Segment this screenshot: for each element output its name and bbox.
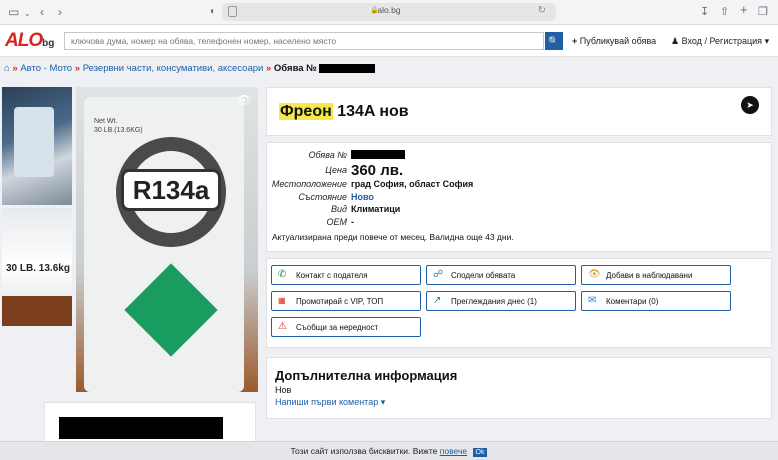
login-button[interactable]: ♟ Вход / Регистрация ▾ <box>671 36 769 47</box>
report-button[interactable]: ⚠ Съобщи за нередност <box>271 317 421 337</box>
site-logo[interactable]: ALObg <box>5 30 54 52</box>
photo-thumbnail-2[interactable]: 30 LB. 13.6kg <box>2 208 72 326</box>
tabs-overview-icon[interactable]: ❐ <box>758 4 768 20</box>
listing-title: Фреон 134A нов <box>279 103 409 120</box>
price-label: Цена <box>325 165 347 175</box>
vip-icon: ▦ <box>278 296 286 305</box>
updated-text: Актуализирана преди повече от месец. Вал… <box>272 232 514 242</box>
oem-label: OEM <box>326 217 347 227</box>
redacted-seller <box>59 417 223 439</box>
url-text: alo.bg <box>377 5 401 15</box>
chevron-down-icon: ▾ <box>762 36 770 46</box>
watch-button[interactable]: 👁 Добави в наблюдавани <box>581 265 731 285</box>
photo-net-weight: Net Wt. 30 LB.(13.6KG) <box>94 118 143 134</box>
promote-button[interactable]: ▦ Промотирай с VIP, ТОП <box>271 291 421 311</box>
back-arrow-icon[interactable]: ‹ <box>40 4 44 20</box>
cookie-text: Този сайт използва бисквитки. Вижте <box>290 446 438 456</box>
condition-value[interactable]: Ново <box>351 192 374 202</box>
search-input[interactable] <box>64 32 544 50</box>
id-label: Обява № <box>308 150 347 160</box>
cookie-banner: Този сайт използва бисквитки. Вижте пове… <box>0 441 778 460</box>
share-icon[interactable]: ⇧ <box>720 4 729 20</box>
caret-down-icon: ▾ <box>378 397 386 407</box>
forward-arrow-icon[interactable]: › <box>58 4 62 20</box>
oem-value: - <box>351 217 354 227</box>
publish-button[interactable]: + Публикувай обява <box>572 36 656 46</box>
cookie-more-link[interactable]: повече <box>440 446 467 456</box>
share-nodes-icon: ☍ <box>433 269 444 280</box>
address-bar[interactable]: 🔒 alo.bg ↻ <box>222 3 556 21</box>
eye-icon: 👁 <box>588 269 601 280</box>
info-card: Допълнителна информация Нов Напиши първи… <box>266 357 772 419</box>
contact-button[interactable]: ✆ Контакт с подателя <box>271 265 421 285</box>
cookie-ok-button[interactable]: Ok <box>472 448 488 457</box>
photo-product-code: R134a <box>121 169 221 211</box>
first-comment-link[interactable]: Напиши първи коментар ▾ <box>275 397 385 408</box>
title-card: Фреон 134A нов ➤ <box>266 87 772 136</box>
new-tab-icon[interactable]: + <box>740 2 748 18</box>
sidebar-toggle-icon[interactable]: ▭ <box>8 4 19 20</box>
location-label: Местоположение <box>271 179 347 189</box>
download-icon[interactable]: ↧ <box>700 4 709 20</box>
reload-icon[interactable]: ↻ <box>538 5 546 16</box>
share-icon[interactable]: ➤ <box>741 96 759 114</box>
breadcrumb-item-parts[interactable]: Резервни части, консумативи, аксесоари <box>83 63 264 74</box>
search-icon: 🔍 <box>548 36 560 46</box>
type-label: Вид <box>331 204 347 214</box>
privacy-shield-icon[interactable]: ◐ <box>210 4 216 20</box>
condition-label: Състояние <box>298 192 347 202</box>
search-button[interactable]: 🔍 <box>545 32 563 50</box>
comment-icon: ✉ <box>588 295 597 306</box>
redacted-id <box>319 63 376 73</box>
trend-chart-icon: ↗ <box>433 295 442 306</box>
browser-toolbar: ▭ ⌄ ‹ › ◐ 🔒 alo.bg ↻ ↧ ⇧ + ❐ <box>0 0 778 25</box>
share-listing-button[interactable]: ☍ Сподели обявата <box>426 265 576 285</box>
breadcrumb-item-auto-moto[interactable]: Авто - Мото <box>20 63 72 74</box>
info-heading: Допълнителна информация <box>275 368 458 383</box>
hide-photo-icon[interactable]: 👁 <box>234 93 254 111</box>
views-button[interactable]: ↗ Преглеждания днес (1) <box>426 291 576 311</box>
phone-icon: ✆ <box>278 269 287 280</box>
breadcrumb: ⌂ » Авто - Мото » Резервни части, консум… <box>4 63 376 74</box>
main-photo[interactable]: Net Wt. 30 LB.(13.6KG) R134a <box>76 87 258 392</box>
photo-thumbnail-1[interactable] <box>2 87 72 205</box>
price-value: 360 лв. <box>351 162 404 179</box>
warning-icon: ⚠ <box>278 321 287 332</box>
home-icon[interactable]: ⌂ <box>4 63 10 74</box>
info-value: Нов <box>275 385 292 395</box>
details-card: Обява № Цена 360 лв. Местоположение град… <box>266 142 772 252</box>
actions-card: ✆ Контакт с подателя ☍ Сподели обявата 👁 До… <box>266 258 772 348</box>
comments-button[interactable]: ✉ Коментари (0) <box>581 291 731 311</box>
redacted-listing-id <box>351 150 405 159</box>
plus-icon: + <box>572 36 580 46</box>
site-header: ALObg 🔍 + Публикувай обява ♟ Вход / Реги… <box>0 25 778 57</box>
user-icon: ♟ <box>671 36 682 46</box>
chevron-down-icon[interactable]: ⌄ <box>24 6 31 22</box>
location-value: град София, област София <box>351 179 474 189</box>
breadcrumb-current: Обява № <box>273 63 317 74</box>
type-value: Климатици <box>351 204 401 214</box>
